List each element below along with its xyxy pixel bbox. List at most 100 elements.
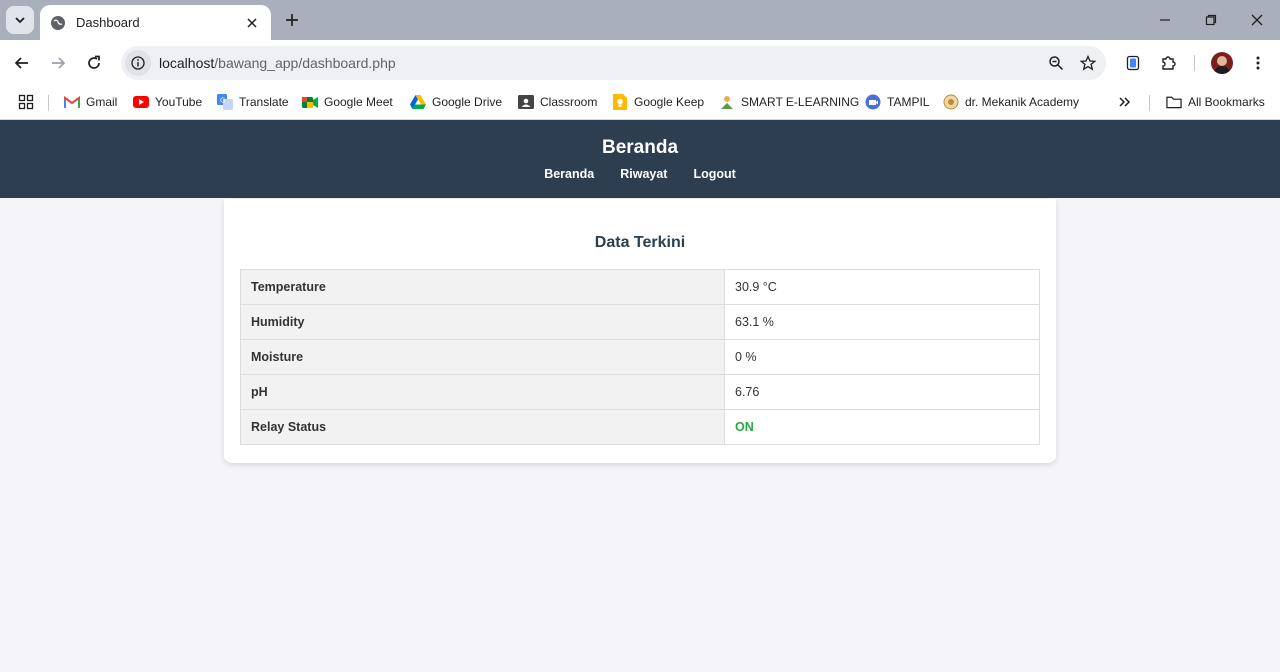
row-label-moisture: Moisture bbox=[240, 339, 725, 375]
youtube-icon bbox=[133, 94, 149, 110]
star-icon bbox=[1080, 55, 1096, 71]
close-icon bbox=[247, 17, 257, 28]
zoom-icon bbox=[1049, 56, 1064, 71]
arrow-right-icon bbox=[52, 57, 66, 69]
folder-icon bbox=[1166, 94, 1182, 110]
row-label-ph: pH bbox=[240, 374, 725, 410]
reload-button[interactable] bbox=[80, 49, 108, 77]
row-value-ph: 6.76 bbox=[724, 374, 1040, 410]
table-row: Humidity 63.1 % bbox=[240, 304, 1040, 340]
new-tab-button[interactable] bbox=[281, 9, 303, 31]
info-icon bbox=[131, 56, 145, 70]
mekanik-academy-icon bbox=[943, 94, 959, 110]
reading-mode-button[interactable] bbox=[1119, 49, 1147, 77]
minimize-button[interactable] bbox=[1142, 0, 1188, 40]
table-row: Relay Status ON bbox=[240, 409, 1040, 445]
bookmark-star-button[interactable] bbox=[1074, 49, 1102, 77]
bookmark-label: TAMPIL bbox=[887, 95, 930, 109]
table-row: pH 6.76 bbox=[240, 374, 1040, 410]
bookmark-label: dr. Mekanik Academy bbox=[965, 95, 1080, 109]
table-row: Temperature 30.9 °C bbox=[240, 269, 1040, 305]
url-path: /bawang_app/dashboard.php bbox=[214, 55, 396, 71]
classroom-icon bbox=[518, 94, 534, 110]
window-controls bbox=[1142, 0, 1280, 40]
close-icon bbox=[1251, 14, 1263, 26]
bookmark-tampil[interactable]: TAMPIL bbox=[865, 91, 929, 113]
smart-elearning-icon bbox=[719, 94, 735, 110]
table-row: Moisture 0 % bbox=[240, 339, 1040, 375]
bookmark-label: SMART E-LEARNING bbox=[741, 95, 860, 109]
profile-button[interactable] bbox=[1208, 49, 1236, 77]
restore-button[interactable] bbox=[1188, 0, 1234, 40]
bookmarks-bar: Gmail YouTube G Translate Google Meet Go… bbox=[0, 85, 1280, 120]
arrow-left-icon bbox=[14, 57, 28, 69]
row-label-humidity: Humidity bbox=[240, 304, 725, 340]
close-window-button[interactable] bbox=[1234, 0, 1280, 40]
bookmark-label: Google Keep bbox=[634, 95, 705, 109]
google-keep-icon bbox=[612, 94, 628, 110]
forward-button[interactable] bbox=[44, 49, 72, 77]
tab-close-button[interactable] bbox=[243, 14, 261, 32]
chevron-double-right-icon bbox=[1119, 97, 1131, 107]
gmail-icon bbox=[64, 94, 80, 110]
nav-link-logout[interactable]: Logout bbox=[693, 167, 735, 181]
translate-icon: G bbox=[217, 94, 233, 110]
row-value-humidity: 63.1 % bbox=[724, 304, 1040, 340]
data-card: Data Terkini Temperature 30.9 °C Humidit… bbox=[224, 199, 1056, 463]
bookmark-smart-elearning[interactable]: SMART E-LEARNING bbox=[719, 91, 859, 113]
tab-strip: Dashboard bbox=[0, 0, 1280, 40]
relay-status-badge: ON bbox=[724, 409, 1040, 445]
bookmark-label: Google Meet bbox=[324, 95, 393, 109]
bookmark-label: Google Drive bbox=[432, 95, 503, 109]
nav-link-beranda[interactable]: Beranda bbox=[544, 167, 594, 181]
menu-button[interactable] bbox=[1244, 49, 1272, 77]
google-drive-icon bbox=[410, 94, 426, 110]
bookmark-label: YouTube bbox=[155, 95, 203, 109]
browser-toolbar: localhost/bawang_app/dashboard.php bbox=[0, 40, 1280, 85]
main-nav: Beranda Riwayat Logout bbox=[0, 167, 1280, 181]
row-label-relay-status: Relay Status bbox=[240, 409, 725, 445]
page-title: Beranda bbox=[601, 137, 679, 158]
more-vertical-icon bbox=[1256, 56, 1260, 70]
sensor-table: Temperature 30.9 °C Humidity 63.1 % Mois… bbox=[240, 269, 1040, 445]
zoom-button[interactable] bbox=[1042, 49, 1070, 77]
bookmark-google-meet[interactable]: Google Meet bbox=[302, 91, 393, 113]
tampil-icon bbox=[865, 94, 881, 110]
bookmarks-overflow-button[interactable] bbox=[1118, 91, 1132, 113]
all-bookmarks-button[interactable]: All Bookmarks bbox=[1166, 91, 1265, 113]
puzzle-icon bbox=[1162, 56, 1176, 70]
bookmark-google-keep[interactable]: Google Keep bbox=[612, 91, 704, 113]
avatar bbox=[1211, 52, 1233, 74]
bookmark-gmail[interactable]: Gmail bbox=[64, 91, 117, 113]
reload-icon bbox=[88, 55, 100, 69]
chevron-down-icon bbox=[15, 17, 25, 24]
bookmark-mekanik-academy[interactable]: dr. Mekanik Academy bbox=[943, 91, 1079, 113]
url-host: localhost bbox=[159, 55, 215, 71]
card-title: Data Terkini bbox=[594, 234, 686, 251]
bookmark-translate[interactable]: G Translate bbox=[217, 91, 289, 113]
bookmark-youtube[interactable]: YouTube bbox=[133, 91, 202, 113]
bookmark-google-drive[interactable]: Google Drive bbox=[410, 91, 502, 113]
bookmark-classroom[interactable]: Classroom bbox=[518, 91, 597, 113]
bookmark-label: Translate bbox=[239, 95, 289, 109]
sidepanel-icon bbox=[1126, 55, 1140, 71]
nav-link-riwayat[interactable]: Riwayat bbox=[620, 167, 667, 181]
url-text[interactable]: localhost/bawang_app/dashboard.php bbox=[159, 55, 1042, 71]
browser-tab-active[interactable]: Dashboard bbox=[40, 5, 271, 40]
plus-icon bbox=[286, 14, 298, 26]
extensions-button[interactable] bbox=[1155, 49, 1183, 77]
bookmark-label: Classroom bbox=[540, 95, 598, 109]
restore-icon bbox=[1205, 14, 1217, 26]
site-header: Beranda Beranda Riwayat Logout bbox=[0, 120, 1280, 198]
back-button[interactable] bbox=[8, 49, 36, 77]
address-bar[interactable]: localhost/bawang_app/dashboard.php bbox=[121, 46, 1106, 80]
globe-icon bbox=[51, 15, 65, 30]
tab-search-button[interactable] bbox=[6, 6, 34, 34]
google-meet-icon bbox=[302, 94, 318, 110]
site-info-button[interactable] bbox=[125, 50, 151, 76]
apps-grid-icon bbox=[18, 94, 34, 110]
minimize-icon bbox=[1160, 19, 1170, 21]
row-label-temperature: Temperature bbox=[240, 269, 725, 305]
row-value-moisture: 0 % bbox=[724, 339, 1040, 375]
apps-button[interactable] bbox=[18, 91, 34, 113]
